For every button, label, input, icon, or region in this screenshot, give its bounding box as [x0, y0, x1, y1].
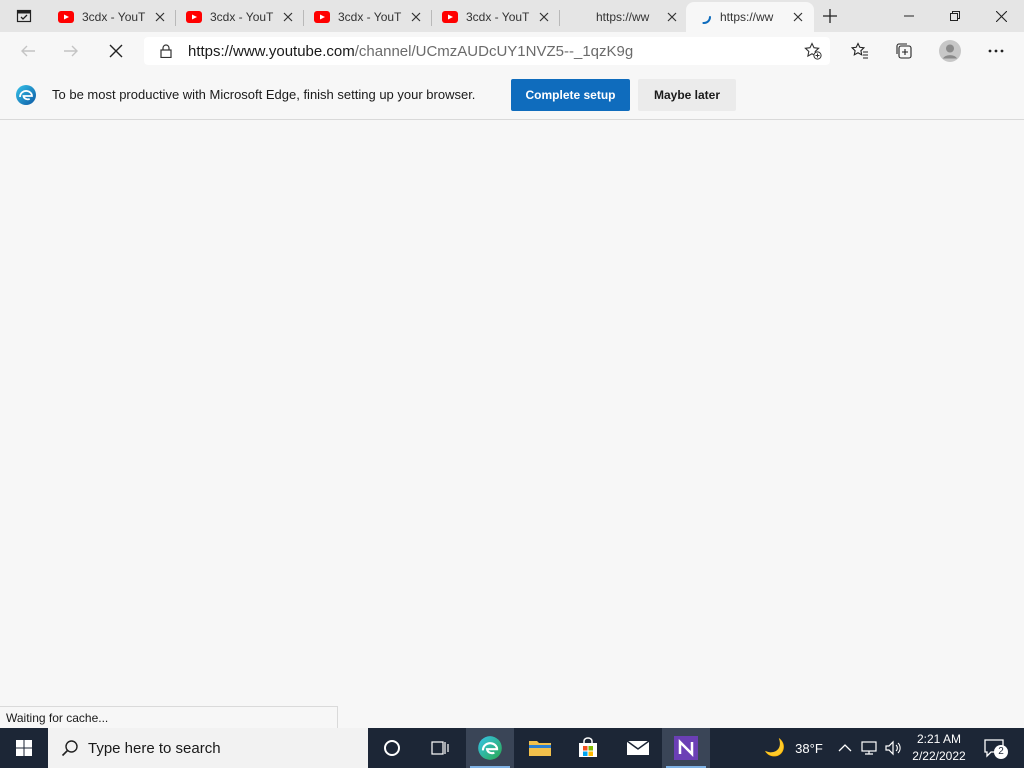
settings-more-button[interactable] [980, 35, 1012, 67]
restore-button[interactable] [932, 0, 978, 32]
url-path: /channel/UCmzAUDcUY1NVZ5--_1qzK9g [354, 42, 634, 60]
profile-button[interactable] [934, 35, 966, 67]
moon-icon: 🌙 [764, 738, 786, 757]
setup-infobar: To be most productive with Microsoft Edg… [0, 70, 1024, 120]
tab-title: 3cdx - YouT [210, 10, 274, 24]
close-tab-icon[interactable] [790, 9, 806, 25]
new-tab-button[interactable] [816, 4, 844, 28]
url-text: https://www.youtube.com/channel/UCmzAUDc… [188, 43, 633, 60]
restore-icon [950, 11, 960, 21]
edge-logo-icon [16, 85, 36, 105]
add-favorite-icon[interactable] [804, 42, 822, 60]
weather-widget[interactable]: 🌙 38°F [764, 728, 823, 768]
avatar-icon [939, 40, 961, 62]
forward-button[interactable] [55, 35, 87, 67]
tab-actions-icon [16, 9, 32, 23]
search-placeholder: Type here to search [88, 739, 221, 757]
url-host: https://www.youtube.com [188, 42, 355, 60]
lock-icon[interactable] [158, 43, 174, 59]
volume-icon[interactable] [884, 740, 902, 756]
page-content [0, 120, 1024, 728]
close-tab-icon[interactable] [664, 9, 680, 25]
address-bar[interactable]: https://www.youtube.com/channel/UCmzAUDc… [144, 37, 830, 65]
youtube-icon [58, 11, 74, 23]
system-tray [838, 728, 902, 768]
infobar-message: To be most productive with Microsoft Edg… [52, 87, 476, 102]
clock-time: 2:21 AM [916, 732, 962, 746]
browser-toolbar: https://www.youtube.com/channel/UCmzAUDc… [0, 32, 1024, 70]
windows-logo-icon [16, 740, 32, 756]
collections-button[interactable] [888, 35, 920, 67]
taskbar-clock[interactable]: 2:21 AM 2/22/2022 [906, 731, 972, 765]
loading-spinner-icon [697, 10, 711, 24]
close-tab-icon[interactable] [408, 9, 424, 25]
start-button[interactable] [0, 728, 48, 768]
taskbar-app-n[interactable] [662, 728, 710, 768]
n-app-icon [674, 736, 698, 760]
arrow-left-icon [21, 45, 35, 57]
folder-icon [529, 741, 551, 756]
taskbar-search-box[interactable]: Type here to search [48, 728, 368, 768]
chevron-up-icon[interactable] [838, 743, 852, 753]
back-button[interactable] [12, 35, 44, 67]
plus-icon [823, 9, 837, 23]
taskbar: Type here to search 🌙 38°F 2:21 AM 2/22/… [0, 728, 1024, 768]
taskbar-store[interactable] [564, 728, 612, 768]
youtube-icon [314, 11, 330, 23]
tab-title: https://ww [720, 10, 774, 24]
cortana-button[interactable] [368, 728, 416, 768]
minimize-button[interactable] [886, 0, 932, 32]
favorites-icon [851, 42, 868, 59]
action-center-button[interactable]: 2 [980, 728, 1010, 768]
store-icon [579, 737, 597, 757]
task-view-button[interactable] [416, 728, 464, 768]
more-horizontal-icon [988, 49, 1004, 53]
cortana-icon [384, 740, 400, 756]
youtube-icon [442, 11, 458, 23]
close-icon [109, 44, 123, 58]
close-tab-icon[interactable] [152, 9, 168, 25]
tab-4[interactable]: 3cdx - YouT [432, 2, 560, 32]
tab-title: 3cdx - YouT [466, 10, 530, 24]
youtube-icon [186, 11, 202, 23]
tab-title: https://ww [596, 10, 650, 24]
search-icon [60, 738, 80, 758]
tab-3[interactable]: 3cdx - YouT [304, 2, 432, 32]
tab-strip: 3cdx - YouT 3cdx - YouT 3cdx - YouT 3cdx… [0, 0, 1024, 32]
taskbar-file-explorer[interactable] [516, 728, 564, 768]
notification-count-badge: 2 [994, 745, 1008, 759]
taskbar-mail[interactable] [614, 728, 662, 768]
close-icon [995, 10, 1007, 22]
tab-6-active[interactable]: https://ww [686, 2, 814, 32]
status-bubble: Waiting for cache... [0, 706, 338, 728]
clock-date: 2/22/2022 [912, 749, 966, 763]
tab-1[interactable]: 3cdx - YouT [48, 2, 176, 32]
edge-icon [478, 736, 502, 760]
task-view-icon [431, 741, 449, 755]
tab-title: 3cdx - YouT [82, 10, 146, 24]
minimize-icon [904, 15, 914, 17]
mail-icon [626, 740, 650, 755]
network-icon[interactable] [860, 740, 878, 756]
complete-setup-button[interactable]: Complete setup [511, 79, 630, 111]
close-tab-icon[interactable] [280, 9, 296, 25]
tab-actions-menu-button[interactable] [8, 4, 40, 28]
taskbar-edge[interactable] [466, 728, 514, 768]
tab-title: 3cdx - YouT [338, 10, 402, 24]
favorites-button[interactable] [844, 35, 876, 67]
close-tab-icon[interactable] [536, 9, 552, 25]
stop-loading-button[interactable] [100, 35, 132, 67]
maybe-later-button[interactable]: Maybe later [638, 79, 736, 111]
tab-5[interactable]: https://ww [560, 2, 688, 32]
close-window-button[interactable] [978, 0, 1024, 32]
arrow-right-icon [64, 45, 78, 57]
collections-icon [896, 43, 912, 59]
tab-2[interactable]: 3cdx - YouT [176, 2, 304, 32]
weather-temperature: 38°F [795, 740, 823, 756]
